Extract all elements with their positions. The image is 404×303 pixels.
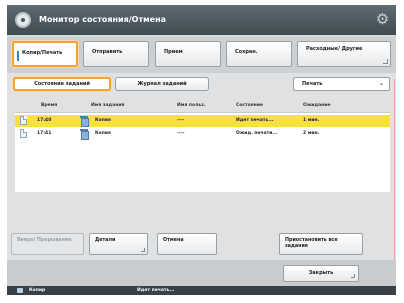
- table-row[interactable]: 17:41 Копия ---- Ожид. печати... 2 мин.: [15, 128, 390, 140]
- cell-wait: 2 мин.: [303, 131, 320, 136]
- tab-label: Отправить: [92, 49, 123, 55]
- cancel-button[interactable]: Отмена: [157, 233, 217, 255]
- footer-bar: Закрыть: [7, 260, 396, 286]
- move-up-interrupt-button[interactable]: Вверх/ Прерывание: [11, 233, 84, 255]
- page-title: Монитор состояния/Отмена: [39, 15, 167, 24]
- status-message: Идет печать...: [137, 288, 175, 293]
- tab-bar: Копир/Печать Отправить Прием Сохран. Рас…: [7, 37, 396, 73]
- copy-job-icon: [80, 129, 89, 140]
- copier-icon: [17, 288, 23, 293]
- tab-store[interactable]: Сохран.: [226, 41, 292, 67]
- cell-status: Идет печать...: [236, 118, 274, 123]
- job-status-button[interactable]: Состояние заданий: [13, 77, 111, 91]
- tab-receive[interactable]: Прием: [155, 41, 221, 67]
- status-function: Копир: [29, 288, 46, 293]
- job-list: 17:40 Копия ---- Идет печать... 1 мин. 1…: [15, 112, 390, 192]
- job-type-select[interactable]: Печать ⌄: [293, 77, 390, 91]
- chevron-down-icon: ⌄: [378, 80, 384, 87]
- title-bar: Монитор состояния/Отмена ⚙: [7, 5, 396, 35]
- col-job-name: Имя задания: [91, 103, 125, 108]
- table-header: Время Имя задания Имя польз. Состояние О…: [15, 102, 390, 111]
- document-icon: [20, 116, 27, 125]
- cell-time: 17:40: [37, 118, 52, 123]
- copy-job-icon: [80, 116, 89, 127]
- cell-time: 17:41: [37, 131, 52, 136]
- status-monitor-icon: [15, 12, 31, 28]
- gear-icon[interactable]: ⚙: [375, 12, 390, 27]
- col-time: Время: [41, 103, 58, 108]
- pause-all-jobs-button[interactable]: Приостановить все задания: [279, 233, 363, 255]
- cell-user: ----: [177, 131, 185, 136]
- tab-label: Сохран.: [235, 49, 258, 55]
- table-row[interactable]: 17:40 Копия ---- Идет печать... 1 мин.: [15, 115, 390, 127]
- select-value: Печать: [302, 81, 323, 87]
- cell-job-name: Копия: [95, 118, 111, 123]
- tab-label: Копир/Печать: [22, 50, 63, 56]
- corner-mark-icon: [383, 59, 388, 64]
- job-log-button[interactable]: Журнал заданий: [115, 77, 209, 91]
- screen-frame: Монитор состояния/Отмена ⚙ Копир/Печать …: [7, 5, 396, 295]
- button-label: Детали: [95, 238, 116, 243]
- corner-mark-icon: [141, 248, 145, 252]
- cell-wait: 1 мин.: [303, 118, 320, 123]
- cell-user: ----: [177, 118, 185, 123]
- active-indicator: [17, 51, 19, 61]
- close-button[interactable]: Закрыть: [283, 265, 359, 282]
- col-wait: Ожидание: [303, 103, 331, 108]
- cell-job-name: Копия: [95, 131, 111, 136]
- tab-label: Расходные/ Другие: [306, 46, 363, 52]
- button-label: Закрыть: [308, 270, 334, 276]
- tab-label: Прием: [164, 49, 183, 55]
- tab-send[interactable]: Отправить: [83, 41, 149, 67]
- col-status: Состояние: [236, 103, 263, 108]
- details-button[interactable]: Детали: [89, 233, 148, 255]
- scrollbar[interactable]: [394, 79, 395, 279]
- tab-copy-print[interactable]: Копир/Печать: [12, 41, 78, 67]
- tab-consumables-other[interactable]: Расходные/ Другие: [297, 41, 391, 67]
- document-icon: [20, 129, 27, 138]
- content-panel: Состояние заданий Журнал заданий Печать …: [7, 73, 396, 279]
- status-bar: Копир Идет печать...: [7, 286, 396, 295]
- cell-status: Ожид. печати...: [236, 131, 278, 136]
- corner-mark-icon: [351, 274, 355, 278]
- col-user: Имя польз.: [177, 103, 206, 108]
